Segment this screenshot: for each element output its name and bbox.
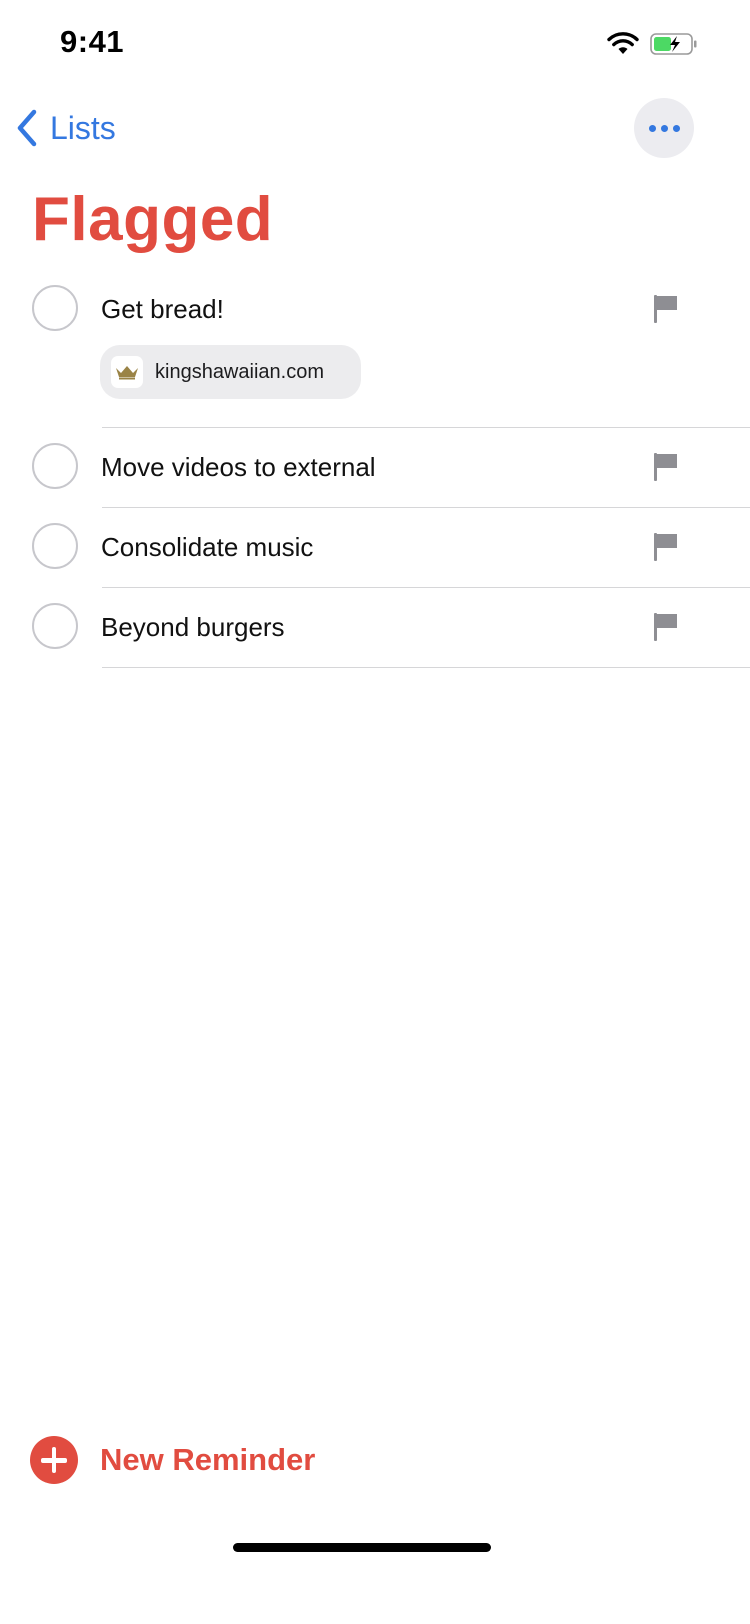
link-url: kingshawaiian.com (155, 360, 324, 383)
more-options-button[interactable] (634, 98, 694, 158)
battery-charging-icon (650, 33, 697, 55)
list-item: Get bread! kingshawaiian.com (0, 270, 750, 428)
status-time: 9:41 (60, 24, 125, 59)
crown-icon (111, 356, 143, 388)
back-button[interactable]: Lists (14, 106, 116, 150)
flag-icon (653, 532, 679, 562)
reminder-title[interactable]: Beyond burgers (101, 612, 285, 643)
flag-icon (653, 612, 679, 642)
reminders-list: Get bread! kingshawaiian.com Move videos… (0, 270, 750, 668)
list-item: Move videos to external (0, 428, 750, 508)
reminder-title[interactable]: Consolidate music (101, 532, 313, 563)
list-item: Consolidate music (0, 508, 750, 588)
wifi-icon (607, 32, 639, 54)
new-reminder-label: New Reminder (100, 1442, 316, 1477)
link-chip[interactable]: kingshawaiian.com (100, 345, 361, 399)
new-reminder-button[interactable]: New Reminder (30, 1436, 315, 1484)
reminder-title[interactable]: Get bread! (101, 294, 224, 325)
chevron-left-icon (17, 109, 37, 147)
ellipsis-icon (648, 124, 656, 132)
ellipsis-dot (660, 124, 668, 132)
page-title: Flagged (32, 185, 274, 254)
completion-circle[interactable] (32, 285, 78, 331)
completion-circle[interactable] (32, 523, 78, 569)
home-indicator[interactable] (233, 1543, 491, 1552)
reminder-title[interactable]: Move videos to external (101, 452, 376, 483)
completion-circle[interactable] (32, 603, 78, 649)
flag-icon (653, 294, 679, 324)
list-item: Beyond burgers (0, 588, 750, 668)
flag-icon (653, 452, 679, 482)
back-label: Lists (50, 109, 116, 146)
completion-circle[interactable] (32, 443, 78, 489)
ellipsis-dot (672, 124, 680, 132)
plus-circle-icon (30, 1436, 78, 1484)
